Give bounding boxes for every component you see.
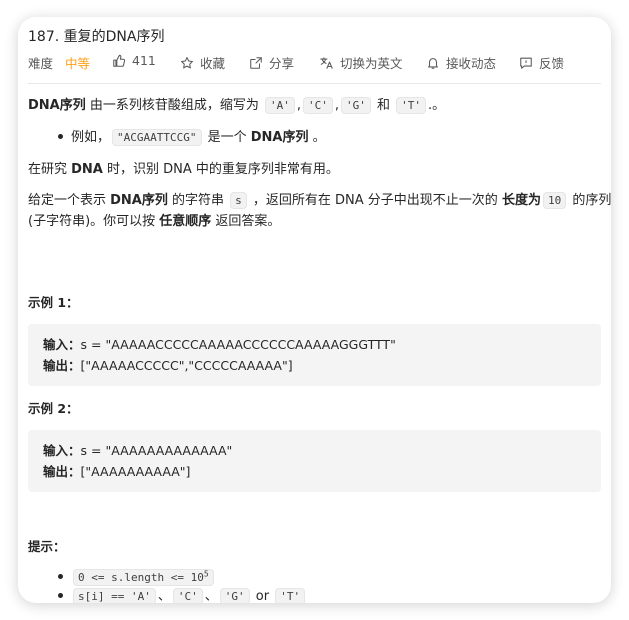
text: .。 [428,98,446,113]
meta-bar: 难度 中等 411 收藏 分享 切换为英文 接收动态 反馈 [28,53,601,71]
code-s: s [230,192,247,209]
share-icon [250,56,262,69]
bold-text: DNA [71,162,103,177]
notify-button[interactable]: 接收动态 [426,53,496,72]
difficulty-label: 难度 [28,56,54,71]
code-g: 'G' [341,97,371,114]
constraint-item: 0 <= s.length <= 105 [58,567,216,588]
difficulty: 难度 中等 [28,53,90,72]
text: 是一个 [203,130,251,145]
text: (子字符串)。你可以按 [28,214,160,229]
example-2-output: 输出：["AAAAAAAAAA"] [43,461,586,482]
desc-paragraph-1: DNA序列 由一系列核苷酸组成，缩写为 'A', 'C', 'G' 和 'T'.。 [28,95,445,116]
exponent: 5 [203,569,209,579]
feedback-button[interactable]: 反馈 [519,53,564,72]
input-value: s = "AAAAACCCCCAAAAACCCCCCAAAAAGGGTTT" [80,337,396,352]
example-code: "ACGAATTCCG" [112,129,202,146]
code-10: 10 [542,192,567,209]
bullet-dot [58,134,63,139]
text: 由一系列核苷酸组成，缩写为 [85,98,263,113]
constraints-heading: 提示： [28,539,66,554]
bullet-dot [58,593,63,598]
text: 在研究 [28,162,72,177]
text: 。 [308,130,326,145]
example-2-input: 输入：s = "AAAAAAAAAAAAA" [43,440,586,461]
constraint-code: 'T' [275,588,306,603]
favorite-label: 收藏 [200,56,226,71]
text: 、 [157,589,171,603]
output-label: 输出： [43,358,81,373]
example-2-heading: 示例 2： [28,401,79,416]
bold-text: 长度为 [501,193,541,208]
bold-text: DNA序列 [250,130,309,145]
like-count: 411 [132,53,156,68]
bell-icon [428,57,438,69]
desc-paragraph-2: 在研究 DNA 时，识别 DNA 中的重复序列非常有用。 [28,159,339,180]
share-button[interactable]: 分享 [249,53,294,72]
output-value: ["AAAAACCCCC","CCCCCAAAAA"] [80,358,293,373]
bold-text: DNA序列 [110,193,168,208]
problem-title: 187. 重复的DNA序列 [28,29,165,45]
favorite-button[interactable]: 收藏 [180,53,225,72]
problem-card: 187. 重复的DNA序列 难度 中等 411 收藏 分享 切换为英文 接收动态… [18,17,611,603]
constraint-code: 'G' [219,588,250,603]
translate-icon [320,56,333,69]
difficulty-value: 中等 [65,56,91,71]
bullet-dot [58,574,63,579]
output-value: ["AAAAAAAAAA"] [80,464,191,479]
example-1-heading: 示例 1： [28,295,79,310]
constraint-text: 0 <= s.length <= 10 [78,571,204,584]
text: 和 [372,98,395,113]
example-1-output: 输出：["AAAAACCCCC","CCCCCAAAAA"] [43,355,586,376]
example-1-block: 输入：s = "AAAAACCCCCAAAAACCCCCCAAAAAGGGTTT… [28,324,601,386]
constraint-item: s[i] == 'A'、 'C'、 'G' or 'T' [58,586,307,603]
example-2-block: 输入：s = "AAAAAAAAAAAAA" 输出：["AAAAAAAAAA"] [28,430,601,492]
constraint-code: 'C' [172,588,203,603]
text: 时，识别 DNA 中的重复序列非常有用。 [102,162,339,177]
list-item: 例如， "ACGAATTCCG" 是一个 DNA序列 。 [58,127,326,148]
input-label: 输入： [43,337,81,352]
feedback-icon [520,57,532,69]
code-t: 'T' [396,97,427,114]
star-icon [181,56,193,68]
desc-paragraph-3-cont: (子字符串)。你可以按 任意顺序 返回答案。 [28,211,280,232]
text: , [296,98,302,113]
constraint-code: 0 <= s.length <= 105 [73,569,214,586]
text: 返回答案。 [211,214,281,229]
thumbs-up-icon [113,54,126,67]
feedback-label: 反馈 [539,56,565,71]
switch-language-label: 切换为英文 [340,56,403,71]
output-label: 输出： [43,464,81,479]
code-c: 'C' [303,97,333,114]
input-value: s = "AAAAAAAAAAAAA" [80,443,233,458]
share-label: 分享 [269,56,295,71]
like-button[interactable]: 411 [112,53,156,68]
divider [28,83,601,84]
notify-label: 接收动态 [446,56,497,71]
switch-language-button[interactable]: 切换为英文 [319,53,403,72]
text: 的序列 [568,193,611,208]
desc-paragraph-3: 给定一个表示 DNA序列 的字符串 s ，返回所有在 DNA 分子中出现不止一次… [28,190,611,211]
text: 的字符串 [167,193,229,208]
text: 例如， [71,130,111,145]
example-1-input: 输入：s = "AAAAACCCCCAAAAACCCCCCAAAAAGGGTTT… [43,334,586,355]
dna-sequence-term: DNA序列 [28,98,86,113]
bold-text: 任意顺序 [159,214,212,229]
text: or [251,589,274,603]
code-a: 'A' [265,97,295,114]
text: 、 [204,589,218,603]
constraint-code: s[i] == 'A' [73,588,156,603]
text: , [334,98,340,113]
text: 给定一个表示 [28,193,111,208]
text: ，返回所有在 DNA 分子中出现不止一次的 [248,193,502,208]
input-label: 输入： [43,443,81,458]
